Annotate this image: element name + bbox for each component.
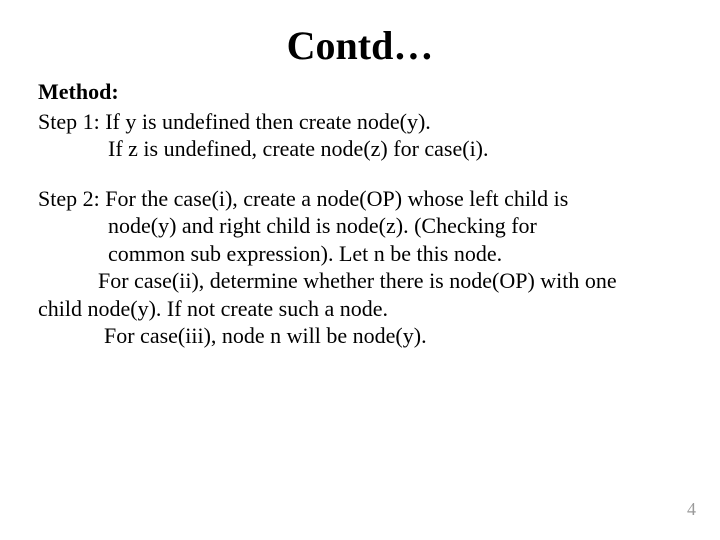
slide: Contd… Method: Step 1: If y is undefined… xyxy=(0,0,720,540)
step2-line6: For case(iii), node n will be node(y). xyxy=(38,322,688,350)
paragraph-gap xyxy=(38,163,688,185)
step1-line1: Step 1: If y is undefined then create no… xyxy=(38,108,688,136)
step2-line4: For case(ii), determine whether there is… xyxy=(38,267,688,295)
page-number: 4 xyxy=(687,499,696,520)
step2-line2: node(y) and right child is node(z). (Che… xyxy=(38,212,688,240)
step2-line3: common sub expression). Let n be this no… xyxy=(38,240,688,268)
method-label: Method: xyxy=(38,78,688,106)
slide-body: Method: Step 1: If y is undefined then c… xyxy=(38,78,688,350)
step2-line5: child node(y). If not create such a node… xyxy=(38,295,688,323)
step1-line2: If z is undefined, create node(z) for ca… xyxy=(38,135,688,163)
step2-line1: Step 2: For the case(i), create a node(O… xyxy=(38,185,688,213)
slide-title: Contd… xyxy=(0,22,720,69)
